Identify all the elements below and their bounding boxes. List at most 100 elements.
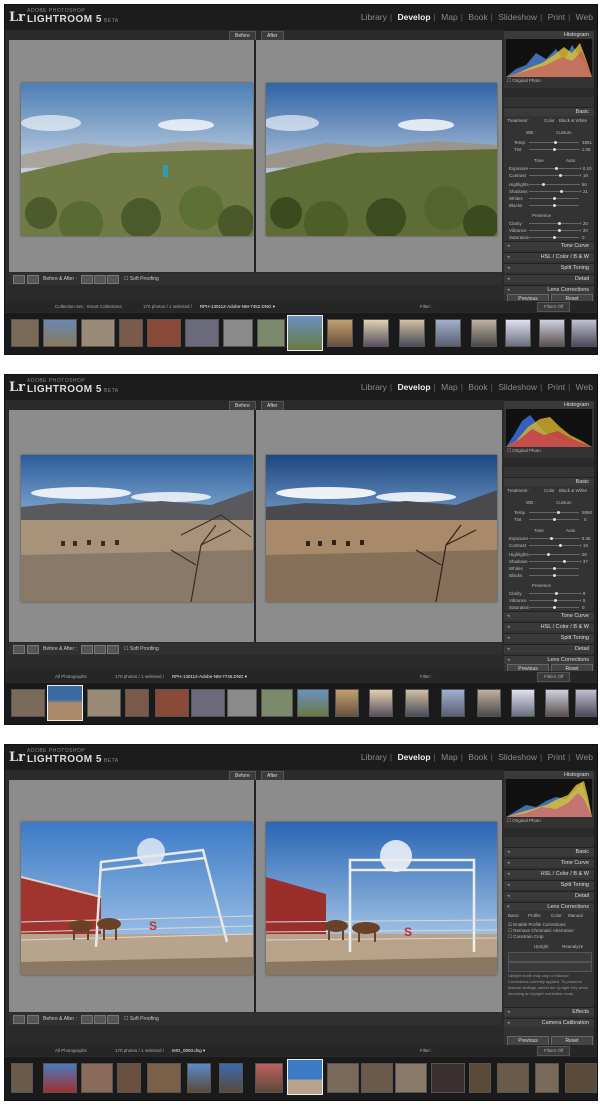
source-label[interactable]: Collection Set : Smart Collections bbox=[55, 301, 122, 312]
loupe-view-icon[interactable] bbox=[13, 275, 25, 284]
detail-header[interactable]: ◂ Detail bbox=[504, 274, 594, 283]
shadows-slider[interactable] bbox=[529, 191, 579, 192]
lens-tab-profile[interactable]: Profile bbox=[528, 913, 541, 918]
module-slideshow[interactable]: Slideshow bbox=[498, 382, 537, 392]
filename[interactable]: RPH-130112-Adobe-NM-7745.DNG ▾ bbox=[172, 671, 247, 682]
treatment-bw[interactable]: Black & White bbox=[559, 488, 587, 493]
filmstrip-thumb[interactable] bbox=[125, 689, 149, 717]
clarity-slider[interactable] bbox=[529, 223, 579, 224]
exposure-slider[interactable] bbox=[529, 168, 579, 169]
source-label[interactable]: All Photographs bbox=[55, 1045, 87, 1056]
lens-tab-manual[interactable]: Manual bbox=[568, 913, 583, 918]
module-web[interactable]: Web bbox=[576, 12, 593, 22]
filmstrip-thumb[interactable] bbox=[297, 689, 329, 717]
vibrance-slider[interactable] bbox=[529, 230, 579, 231]
split-toning-header[interactable]: ◂ Split Toning bbox=[504, 880, 594, 889]
module-map[interactable]: Map bbox=[441, 382, 458, 392]
split-toning-header[interactable]: ◂ Split Toning bbox=[504, 633, 594, 642]
tone-curve-header[interactable]: ◂ Tone Curve bbox=[504, 611, 594, 620]
filter-select[interactable]: Filters Off bbox=[537, 672, 571, 682]
filmstrip-thumb-selected[interactable] bbox=[287, 1059, 323, 1095]
lens-tab-basic[interactable]: Basic bbox=[508, 913, 519, 918]
filmstrip-thumb[interactable] bbox=[191, 689, 225, 717]
soft-proofing-toggle[interactable]: ☐ Soft Proofing bbox=[124, 643, 159, 655]
filename[interactable]: IMG_0093.dng ▾ bbox=[172, 1045, 205, 1056]
filter-select[interactable]: Filters Off bbox=[537, 302, 571, 312]
image-canvas[interactable] bbox=[9, 410, 502, 642]
filmstrip-thumb-selected[interactable] bbox=[287, 315, 323, 351]
tone-curve-header[interactable]: ◂ Tone Curve bbox=[504, 858, 594, 867]
split-toning-header[interactable]: ◂ Split Toning bbox=[504, 263, 594, 272]
module-slideshow[interactable]: Slideshow bbox=[498, 12, 537, 22]
before-after-view-icon[interactable] bbox=[27, 275, 39, 284]
histogram-header[interactable]: Histogram bbox=[504, 400, 594, 409]
filmstrip-thumb[interactable] bbox=[441, 689, 465, 717]
lens-corrections-header[interactable]: ◂ Lens Corrections bbox=[504, 655, 594, 664]
highlights-slider[interactable] bbox=[529, 554, 579, 555]
soft-proofing-toggle[interactable]: ☐ Soft Proofing bbox=[124, 273, 159, 285]
copy-before-icon[interactable] bbox=[81, 1015, 93, 1024]
filmstrip-thumb[interactable] bbox=[435, 319, 461, 347]
filmstrip-thumb[interactable] bbox=[11, 689, 45, 717]
module-develop[interactable]: Develop bbox=[397, 382, 430, 392]
upright-mode-buttons-row2[interactable] bbox=[508, 962, 592, 972]
copy-after-icon[interactable] bbox=[94, 645, 106, 654]
basic-panel-header[interactable]: Basic bbox=[504, 477, 594, 486]
detail-header[interactable]: ◂ Detail bbox=[504, 644, 594, 653]
filmstrip-thumb[interactable] bbox=[565, 1063, 597, 1093]
loupe-view-icon[interactable] bbox=[13, 1015, 25, 1024]
filmstrip-thumb[interactable] bbox=[327, 319, 353, 347]
module-book[interactable]: Book bbox=[468, 382, 487, 392]
clarity-slider[interactable] bbox=[529, 593, 579, 594]
filter-select[interactable]: Filters Off bbox=[537, 1046, 571, 1056]
filmstrip-thumb[interactable] bbox=[11, 1063, 33, 1093]
filmstrip-thumb[interactable] bbox=[43, 319, 77, 347]
panel-scrollbar[interactable] bbox=[594, 30, 597, 300]
filmstrip-thumb[interactable] bbox=[539, 319, 565, 347]
before-after-view-icon[interactable] bbox=[27, 645, 39, 654]
highlights-slider[interactable] bbox=[529, 184, 579, 185]
filmstrip-thumb[interactable] bbox=[43, 1063, 77, 1093]
module-print[interactable]: Print bbox=[548, 752, 565, 762]
filmstrip-thumb[interactable] bbox=[81, 1063, 113, 1093]
filmstrip-thumb[interactable] bbox=[147, 319, 181, 347]
lens-corrections-header[interactable]: ▾ Lens Corrections bbox=[504, 902, 594, 911]
filmstrip-thumb[interactable] bbox=[119, 319, 143, 347]
histogram-header[interactable]: Histogram bbox=[504, 30, 594, 39]
filmstrip-thumb[interactable] bbox=[511, 689, 535, 717]
swap-icon[interactable] bbox=[107, 1015, 119, 1024]
swap-icon[interactable] bbox=[107, 645, 119, 654]
original-photo-checkbox[interactable]: ☐ Original Photo bbox=[507, 818, 541, 824]
filmstrip-thumb[interactable] bbox=[399, 319, 425, 347]
module-library[interactable]: Library bbox=[361, 12, 387, 22]
filmstrip-thumb[interactable] bbox=[575, 689, 597, 717]
effects-header[interactable]: ◂ Effects bbox=[504, 1007, 594, 1016]
panel-scrollbar[interactable] bbox=[594, 770, 597, 1040]
auto-button[interactable]: Auto bbox=[566, 528, 575, 533]
filmstrip-thumb-selected[interactable] bbox=[47, 685, 83, 721]
module-print[interactable]: Print bbox=[548, 12, 565, 22]
swap-icon[interactable] bbox=[107, 275, 119, 284]
filmstrip-thumb[interactable] bbox=[87, 689, 121, 717]
filmstrip-thumb[interactable] bbox=[155, 689, 189, 717]
filmstrip-thumb[interactable] bbox=[147, 1063, 181, 1093]
filmstrip-thumb[interactable] bbox=[363, 319, 389, 347]
image-canvas[interactable] bbox=[9, 40, 502, 272]
filmstrip-thumb[interactable] bbox=[187, 1063, 211, 1093]
module-slideshow[interactable]: Slideshow bbox=[498, 752, 537, 762]
reanalyze-button[interactable]: Reanalyze bbox=[562, 944, 583, 949]
filmstrip-thumb[interactable] bbox=[185, 319, 219, 347]
constrain-crop-checkbox[interactable]: ☐ Constrain Crop bbox=[508, 934, 544, 940]
wb-select[interactable]: Custom bbox=[556, 130, 572, 135]
filmstrip-thumb[interactable] bbox=[469, 1063, 491, 1093]
filmstrip-thumb[interactable] bbox=[395, 1063, 427, 1093]
filmstrip-thumb[interactable] bbox=[261, 689, 293, 717]
camera-calibration-header[interactable]: ◂ Camera Calibration bbox=[504, 1018, 594, 1027]
tone-curve-header[interactable]: ◂ Tone Curve bbox=[504, 241, 594, 250]
module-map[interactable]: Map bbox=[441, 752, 458, 762]
histogram-header[interactable]: Histogram bbox=[504, 770, 594, 779]
filmstrip-thumb[interactable] bbox=[505, 319, 531, 347]
treatment-color[interactable]: Color bbox=[544, 118, 555, 123]
copy-after-icon[interactable] bbox=[94, 1015, 106, 1024]
filmstrip-thumb[interactable] bbox=[327, 1063, 359, 1093]
